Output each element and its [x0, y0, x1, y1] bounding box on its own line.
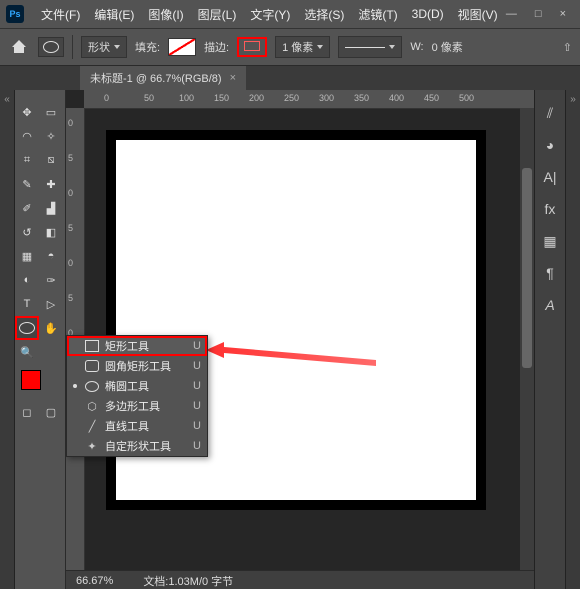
- stroke-width-dropdown[interactable]: 1 像素: [275, 36, 330, 58]
- slice-tool[interactable]: ⧅: [39, 148, 63, 172]
- eraser-tool[interactable]: ◧: [39, 220, 63, 244]
- menu-filter[interactable]: 滤镜(T): [351, 6, 404, 23]
- ruler-horizontal: 050100150200250300350400450500: [84, 90, 534, 109]
- glyphs-icon[interactable]: A: [541, 296, 559, 314]
- menu-3d[interactable]: 3D(D): [405, 7, 451, 21]
- stroke-style-dropdown[interactable]: [338, 36, 402, 58]
- workspace: « ✥▭ ◠✧ ⌗⧅ ✎✚ ✐▟ ↺◧ ▦◓ ◐✑ T▷ ✋ 🔍 ◻▢ 0501…: [0, 90, 580, 589]
- menu-file[interactable]: 文件(F): [34, 6, 87, 23]
- lasso-tool[interactable]: ◠: [15, 124, 39, 148]
- shape-tool-flyout: 矩形工具U 圆角矩形工具U 椭圆工具U ⬡多边形工具U ╱直线工具U ✦自定形状…: [66, 335, 208, 457]
- chevron-down-icon: [389, 45, 395, 49]
- shape-mode-dropdown[interactable]: 形状: [81, 36, 127, 58]
- polygon-icon: ⬡: [85, 400, 99, 413]
- title-bar: Ps 文件(F) 编辑(E) 图像(I) 图层(L) 文字(Y) 选择(S) 滤…: [0, 0, 580, 29]
- scrollbar-vertical[interactable]: [520, 108, 534, 571]
- flyout-line[interactable]: ╱直线工具U: [67, 416, 207, 436]
- right-panel-dock: ⫽ ◕ A| fx ▦ ¶ A: [534, 90, 565, 589]
- pen-tool[interactable]: ✑: [39, 268, 63, 292]
- panel-collapse-left[interactable]: «: [0, 90, 15, 589]
- fill-swatch[interactable]: [168, 38, 196, 56]
- flyout-rounded-rect[interactable]: 圆角矩形工具U: [67, 356, 207, 376]
- dodge-tool[interactable]: ◐: [15, 268, 39, 292]
- character-icon[interactable]: A|: [541, 168, 559, 186]
- magic-wand-tool[interactable]: ✧: [39, 124, 63, 148]
- fill-label: 填充:: [135, 39, 160, 55]
- menu-image[interactable]: 图像(I): [141, 6, 190, 23]
- chevron-down-icon: [317, 45, 323, 49]
- tab-close-icon[interactable]: ×: [230, 72, 236, 84]
- brush-tool[interactable]: ✐: [15, 196, 39, 220]
- line-icon: ╱: [85, 420, 99, 433]
- custom-shape-icon: ✦: [85, 440, 99, 453]
- menu-layer[interactable]: 图层(L): [191, 6, 244, 23]
- stroke-swatch[interactable]: [237, 37, 267, 57]
- panel-collapse-right[interactable]: »: [565, 90, 580, 589]
- active-dot: [73, 384, 77, 388]
- flyout-polygon[interactable]: ⬡多边形工具U: [67, 396, 207, 416]
- type-tool[interactable]: T: [15, 292, 39, 316]
- share-icon[interactable]: ⇧: [563, 41, 572, 54]
- styles-icon[interactable]: fx: [541, 200, 559, 218]
- menu-edit[interactable]: 编辑(E): [87, 6, 141, 23]
- screenmode-tool[interactable]: ▢: [39, 400, 63, 424]
- foreground-color[interactable]: [21, 370, 41, 390]
- home-icon[interactable]: [8, 38, 30, 56]
- maximize-button[interactable]: □: [535, 8, 542, 20]
- shape-tool[interactable]: [15, 316, 39, 340]
- toolbox: ✥▭ ◠✧ ⌗⧅ ✎✚ ✐▟ ↺◧ ▦◓ ◐✑ T▷ ✋ 🔍 ◻▢: [15, 90, 66, 589]
- histogram-icon[interactable]: ⫽: [541, 104, 559, 122]
- gradient-tool[interactable]: ▦: [15, 244, 39, 268]
- scrollbar-thumb[interactable]: [522, 168, 532, 368]
- eyedropper-tool[interactable]: ✎: [15, 172, 39, 196]
- stroke-label: 描边:: [204, 39, 229, 55]
- status-bar: 66.67% 文档:1.03M/0 字节: [66, 570, 534, 589]
- options-bar: 形状 填充: 描边: 1 像素 W: 0 像素 ⇧: [0, 29, 580, 66]
- tool-preset-ellipse[interactable]: [38, 37, 64, 57]
- rectangle-icon: [85, 340, 99, 352]
- document-tab-title: 未标题-1 @ 66.7%(RGB/8): [90, 70, 222, 86]
- doc-info: 文档:1.03M/0 字节: [143, 573, 233, 589]
- paragraph-icon[interactable]: ¶: [541, 264, 559, 282]
- history-brush-tool[interactable]: ↺: [15, 220, 39, 244]
- minimize-button[interactable]: —: [506, 8, 517, 20]
- hand-tool[interactable]: ✋: [39, 316, 63, 340]
- window-controls: — □ ×: [506, 8, 574, 20]
- menu-view[interactable]: 视图(V): [451, 6, 505, 23]
- width-label: W:: [410, 41, 423, 53]
- flyout-custom-shape[interactable]: ✦自定形状工具U: [67, 436, 207, 456]
- menu-select[interactable]: 选择(S): [297, 6, 351, 23]
- crop-tool[interactable]: ⌗: [15, 148, 39, 172]
- rounded-rect-icon: [85, 360, 99, 372]
- ellipse-icon: [85, 381, 99, 392]
- path-select-tool[interactable]: ▷: [39, 292, 63, 316]
- document-tab-bar: 未标题-1 @ 66.7%(RGB/8) ×: [0, 66, 580, 90]
- blur-tool[interactable]: ◓: [39, 244, 63, 268]
- marquee-tool[interactable]: ▭: [39, 100, 63, 124]
- flyout-rectangle[interactable]: 矩形工具U: [67, 336, 207, 356]
- quickmask-tool[interactable]: ◻: [15, 400, 39, 424]
- properties-icon[interactable]: ▦: [541, 232, 559, 250]
- color-icon[interactable]: ◕: [541, 136, 559, 154]
- app-logo: Ps: [6, 5, 24, 23]
- canvas-area: 050100150200250300350400450500 05050505 …: [66, 90, 534, 589]
- move-tool[interactable]: ✥: [15, 100, 39, 124]
- zoom-level[interactable]: 66.67%: [76, 575, 113, 587]
- document-tab[interactable]: 未标题-1 @ 66.7%(RGB/8) ×: [80, 66, 246, 90]
- width-value[interactable]: 0 像素: [432, 39, 463, 55]
- stamp-tool[interactable]: ▟: [39, 196, 63, 220]
- annotation-arrow: [206, 340, 376, 370]
- flyout-ellipse[interactable]: 椭圆工具U: [67, 376, 207, 396]
- healing-tool[interactable]: ✚: [39, 172, 63, 196]
- close-button[interactable]: ×: [560, 8, 566, 20]
- menu-type[interactable]: 文字(Y): [243, 6, 297, 23]
- chevron-down-icon: [114, 45, 120, 49]
- zoom-tool[interactable]: 🔍: [15, 340, 39, 364]
